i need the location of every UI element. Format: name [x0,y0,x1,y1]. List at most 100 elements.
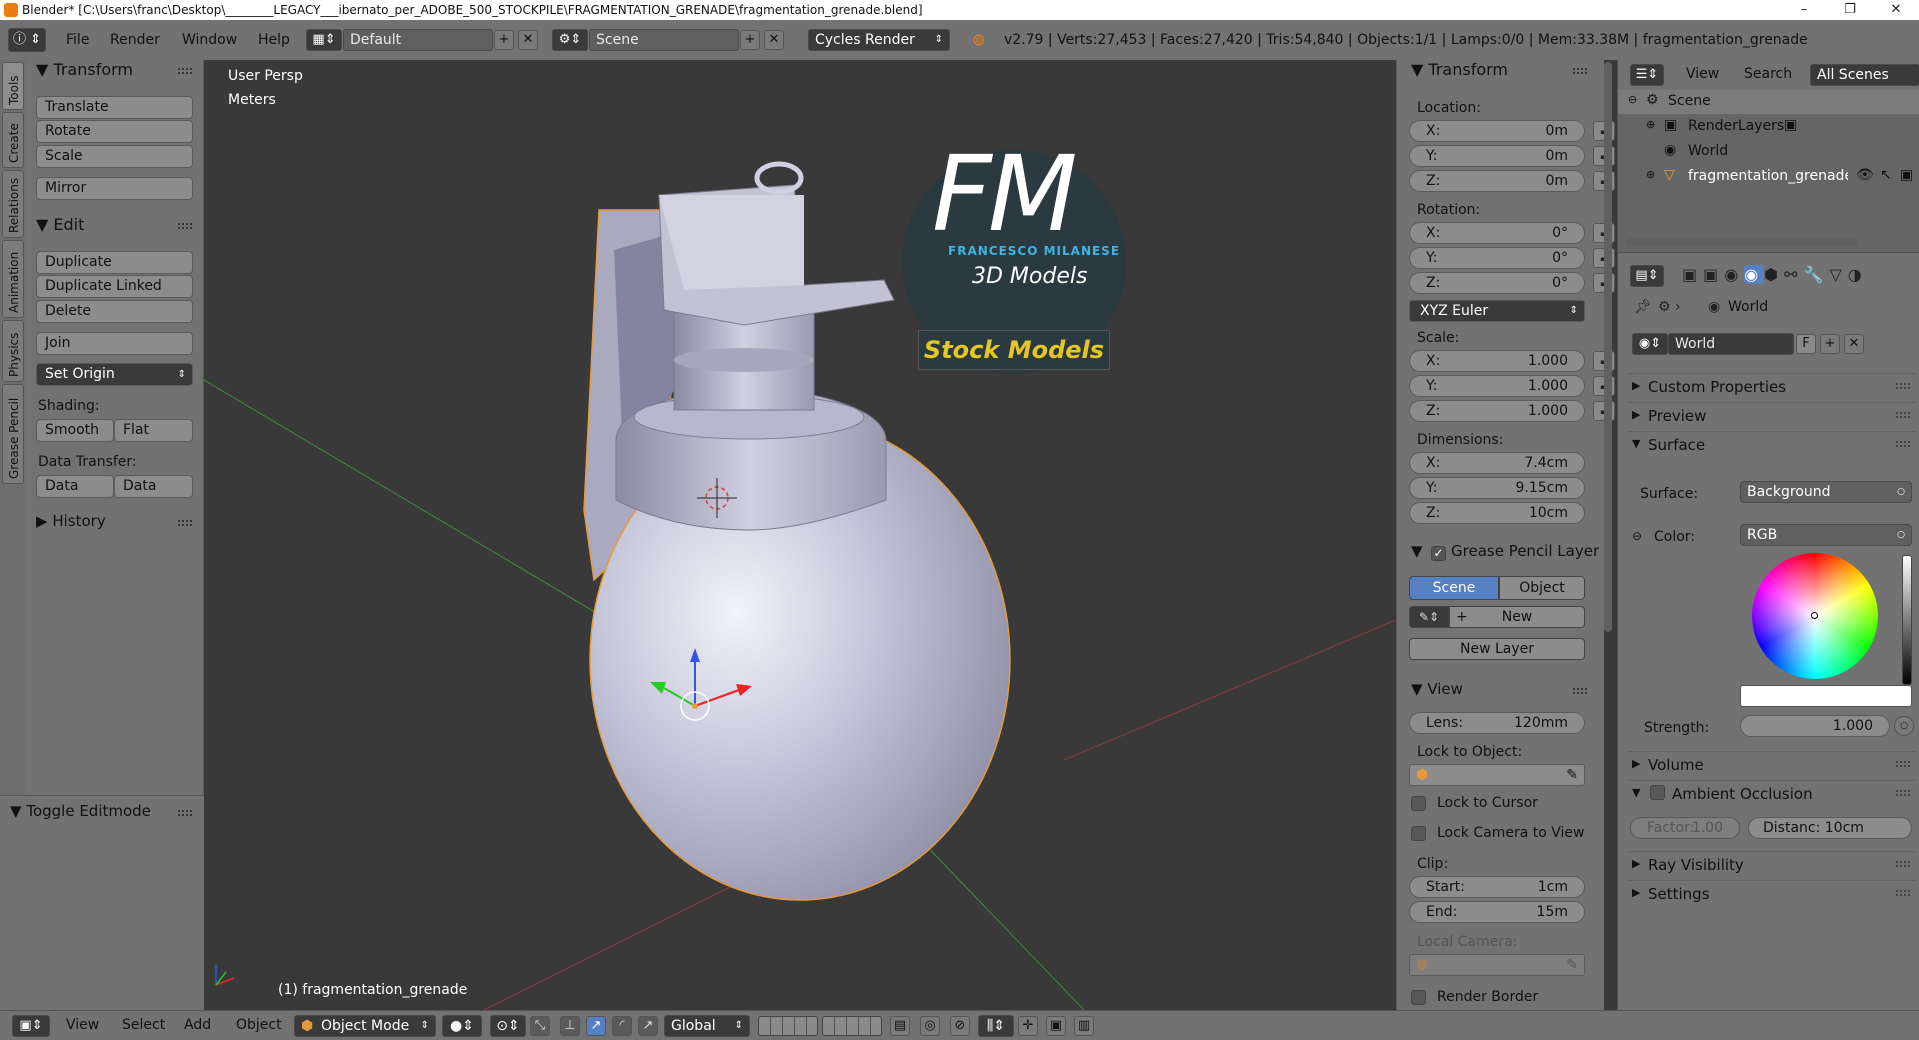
edit-panel-header[interactable]: ▼ Edit [36,215,84,234]
lock-object-field[interactable]: ⬢ ✎ [1409,764,1585,786]
strength-field[interactable]: 1.000 [1740,715,1890,737]
drag-handle-icon[interactable] [1573,688,1587,694]
clip-end-field[interactable]: End: 15m [1409,901,1585,923]
mode-dropdown[interactable]: ⬢ Object Mode ⇕ [294,1015,436,1037]
remove-scene-icon[interactable]: ✕ [764,30,784,50]
maximize-button[interactable]: ❐ [1827,0,1873,20]
menu-object[interactable]: Object [236,1017,282,1033]
scale-z-field[interactable]: Z: 1.000 [1409,400,1585,422]
flat-button[interactable]: Flat [114,419,193,442]
editor-type-info-icon[interactable]: ⓘ ⇕ [8,28,46,52]
gp-scene-button[interactable]: Scene [1409,576,1499,600]
outliner-menu-search[interactable]: Search [1744,66,1792,82]
viewport-shading-dropdown[interactable]: ●⇕ [442,1015,482,1037]
scale-button[interactable]: Scale [36,145,193,168]
eyedropper-icon[interactable]: ✎ [1566,765,1578,785]
drag-handle-icon[interactable] [1896,383,1910,389]
drag-handle-icon[interactable] [178,810,192,816]
screen-layout-icon[interactable]: ▦⇕ [306,29,342,51]
set-origin-dropdown[interactable]: Set Origin ⇕ [36,363,193,386]
menu-view[interactable]: View [66,1017,99,1033]
scene-icon[interactable]: ⚙⇕ [552,29,588,51]
outliner-filter-dropdown[interactable]: All Scenes [1810,64,1919,86]
snap-toggle-icon[interactable]: ⊘ [950,1016,970,1036]
layer-buttons-left[interactable] [758,1016,818,1036]
drag-handle-icon[interactable] [1896,441,1910,447]
render-border-checkbox[interactable] [1411,990,1426,1005]
dimensions-z-field[interactable]: Z: 10cm [1409,502,1585,524]
grease-pencil-checkbox[interactable]: ✓ [1431,546,1446,561]
ray-visibility-section[interactable]: ▶ Ray Visibility [1628,851,1916,877]
rotation-z-field[interactable]: Z: 0° [1409,272,1585,294]
scene-render[interactable] [204,60,1396,1010]
drag-handle-icon[interactable] [1896,412,1910,418]
tab-relations[interactable]: Relations [2,170,24,238]
transform-panel-header[interactable]: ▼ Transform [1411,60,1508,79]
snap-element-dropdown[interactable]: ⫼⇕ [978,1015,1014,1037]
ambient-occlusion-section[interactable]: ▼ Ambient Occlusion [1628,780,1916,806]
color-value-slider[interactable] [1902,555,1912,685]
fake-user-button[interactable]: F [1796,334,1816,354]
eyedropper-icon[interactable]: ✎ [1566,955,1578,975]
transform-orientation-dropdown[interactable]: Global ⇕ [664,1015,750,1037]
menu-add[interactable]: Add [184,1017,211,1033]
lock-camera-checkbox[interactable] [1411,826,1426,841]
tab-grease-pencil[interactable]: Grease Pencil [2,384,24,484]
add-scene-icon[interactable]: + [740,30,760,50]
gp-pencil-icon[interactable]: ✎⇕ [1409,606,1449,628]
lock-to-cursor-checkbox[interactable] [1411,796,1426,811]
translate-manipulator-icon[interactable]: ⊥ [560,1016,580,1036]
menu-help[interactable]: Help [258,32,290,48]
tab-animation[interactable]: Animation [2,240,24,318]
manipulator-toggle-icon[interactable]: ⤡ [530,1016,550,1036]
tab-tools[interactable]: Tools [2,62,24,110]
outliner-row-scene[interactable]: ⊖ ⚙ Scene [1618,90,1919,114]
outliner-row-renderlayers[interactable]: ⊕ ▣ RenderLayers ▣ [1618,115,1919,139]
menu-window[interactable]: Window [182,32,237,48]
add-layout-icon[interactable]: + [494,30,514,50]
expand-icon[interactable]: ⊕ [1646,118,1655,131]
smooth-button[interactable]: Smooth [36,419,114,442]
gp-new-button[interactable]: + New [1449,606,1585,628]
editor-type-properties-icon[interactable]: ▤⇕ [1630,265,1664,287]
clip-start-field[interactable]: Start: 1cm [1409,876,1585,898]
grease-pencil-header[interactable]: ▼ [1411,542,1423,560]
collapse-icon[interactable]: ⊖ [1628,93,1637,106]
translate-button[interactable]: Translate [36,96,193,119]
custom-properties-section[interactable]: ▶ Custom Properties [1628,373,1916,399]
3d-viewport[interactable]: User Persp Meters FM FRANCESCO MILANESE … [204,60,1396,1010]
tab-physics[interactable]: Physics [2,320,24,382]
editor-type-outliner-icon[interactable]: ☰⇕ [1630,64,1664,86]
dimensions-x-field[interactable]: X: 7.4cm [1409,452,1585,474]
proportional-edit-icon[interactable]: ◎ [920,1016,940,1036]
join-button[interactable]: Join [36,332,193,355]
pivot-point-dropdown[interactable]: ⊙⇕ [490,1015,526,1037]
new-world-icon[interactable]: + [1820,334,1840,354]
color-wheel-cursor[interactable] [1811,612,1818,619]
expand-icon[interactable]: ⊕ [1646,168,1655,181]
view-panel-header[interactable]: ▼ View [1411,680,1463,698]
render-engine-dropdown[interactable]: Cycles Render ⇕ [808,29,950,51]
outliner-scrollbar[interactable] [1626,238,1858,246]
renderable-camera-icon[interactable]: ▣ [1900,167,1913,183]
drag-handle-icon[interactable] [1896,761,1910,767]
visibility-eye-icon[interactable]: 👁︎ [1856,167,1874,183]
npanel-scrollbar[interactable] [1604,62,1612,632]
gp-new-layer-button[interactable]: New Layer [1409,638,1585,660]
minimize-button[interactable]: – [1781,0,1827,20]
menu-render[interactable]: Render [110,32,160,48]
ambient-occlusion-checkbox[interactable] [1650,785,1665,800]
color-swatch[interactable] [1740,685,1912,707]
pin-icon[interactable]: 📌︎ [1634,299,1652,315]
tab-create[interactable]: Create [2,112,24,168]
snap-target-icon[interactable]: ✛ [1018,1016,1038,1036]
duplicate-button[interactable]: Duplicate [36,251,193,274]
color-mode-dropdown[interactable]: RGB ○ [1740,524,1912,546]
properties-context-tabs[interactable]: ▣▣◉◉⬢⚯🔧▽◑ [1682,265,1868,284]
delete-button[interactable]: Delete [36,300,193,323]
color-collapse-icon[interactable]: ⊖ [1632,529,1642,543]
location-x-field[interactable]: X: 0m [1409,120,1585,142]
rotation-x-field[interactable]: X: 0° [1409,222,1585,244]
volume-section[interactable]: ▶ Volume [1628,751,1916,777]
data-button[interactable]: Data [36,475,114,498]
